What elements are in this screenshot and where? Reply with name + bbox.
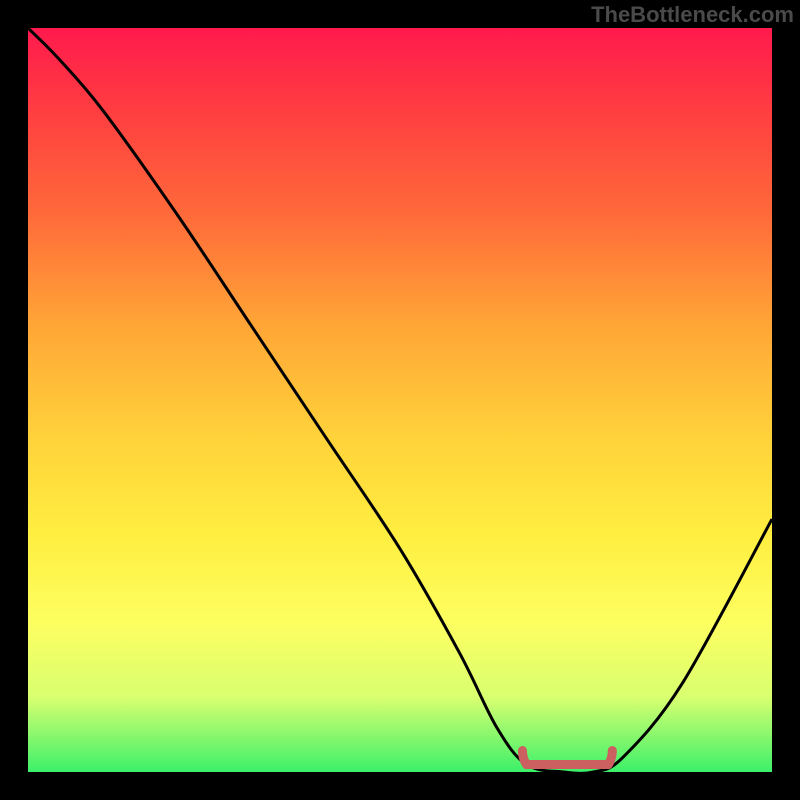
plot-area xyxy=(28,28,772,772)
chart-frame: TheBottleneck.com xyxy=(0,0,800,800)
flat-minimum-marker xyxy=(522,751,612,765)
bottleneck-curve xyxy=(28,28,772,772)
chart-svg xyxy=(28,28,772,772)
brand-watermark: TheBottleneck.com xyxy=(591,2,794,28)
